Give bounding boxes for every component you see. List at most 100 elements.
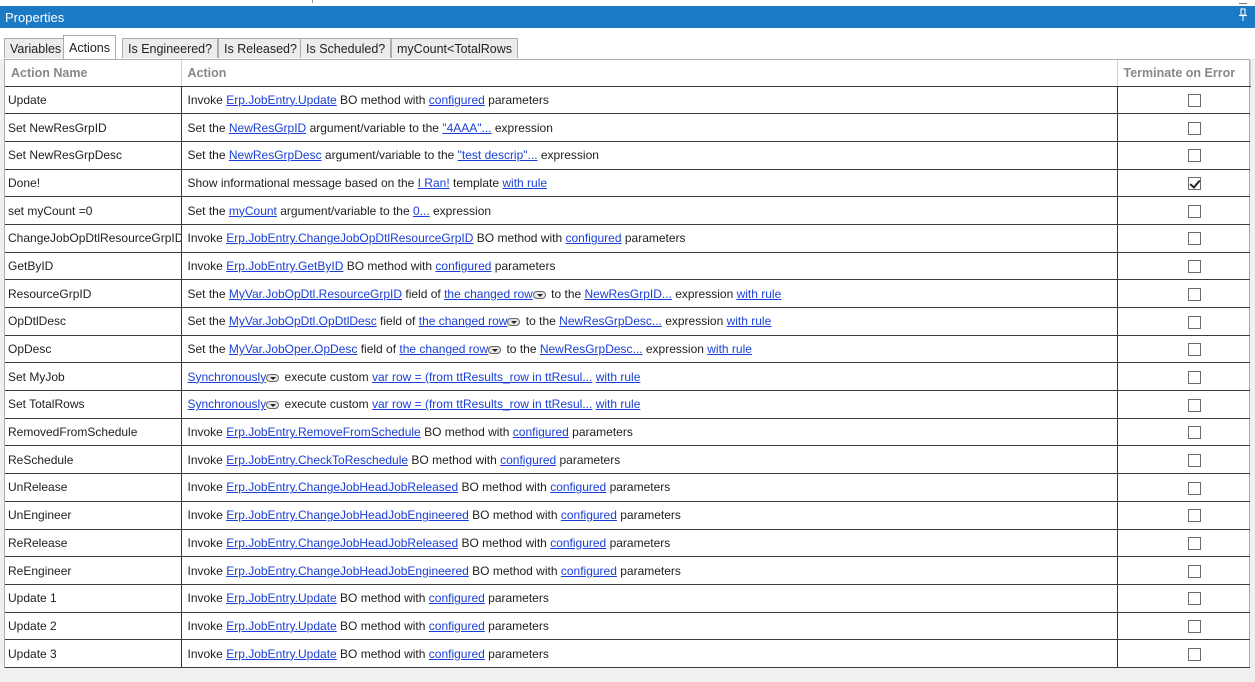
action-link[interactable]: "4AAA"... <box>442 121 491 135</box>
action-link[interactable]: Synchronously <box>188 370 267 384</box>
table-row[interactable]: Set MyJob Synchronously execute custom va… <box>5 362 1250 392</box>
chevron-down-icon[interactable] <box>266 373 280 382</box>
action-link[interactable]: Erp.JobEntry.CheckToReschedule <box>226 453 408 467</box>
table-row[interactable]: Update 1 Invoke Erp.JobEntry.Update BO me… <box>5 584 1250 613</box>
table-row[interactable]: OpDesc Set the MyVar.JobOper.OpDesc field… <box>5 335 1250 364</box>
action-link[interactable]: Synchronously <box>188 397 267 411</box>
terminate-on-error-checkbox[interactable] <box>1188 592 1202 606</box>
chevron-down-icon[interactable] <box>266 401 280 410</box>
action-link[interactable]: NewResGrpID <box>229 121 306 135</box>
action-link[interactable]: configured <box>429 619 485 633</box>
terminate-on-error-checkbox[interactable] <box>1188 204 1202 218</box>
table-row[interactable]: ReRelease Invoke Erp.JobEntry.ChangeJobHe… <box>5 529 1250 558</box>
action-link[interactable]: var row = (from ttResults_row in ttResul… <box>372 397 592 411</box>
action-name-cell[interactable]: ReRelease <box>5 529 182 558</box>
terminate-on-error-checkbox[interactable] <box>1188 149 1202 163</box>
action-link[interactable]: MyVar.JobOpDtl.ResourceGrpID <box>229 287 402 301</box>
chevron-down-icon[interactable] <box>507 318 521 327</box>
action-name-cell[interactable]: Done! <box>5 169 182 198</box>
terminate-on-error-checkbox[interactable] <box>1188 370 1202 384</box>
action-name-cell[interactable]: UnEngineer <box>5 501 182 530</box>
table-row[interactable]: ChangeJobOpDtlResourceGrpID Invoke Erp.Jo… <box>5 224 1250 253</box>
table-row[interactable]: OpDtlDesc Set the MyVar.JobOpDtl.OpDtlDes… <box>5 307 1250 336</box>
terminate-on-error-checkbox[interactable] <box>1188 647 1202 661</box>
action-link[interactable]: MyVar.JobOper.OpDesc <box>229 342 358 356</box>
tab-actions[interactable]: Actions <box>63 35 116 59</box>
chevron-down-icon[interactable] <box>532 290 546 299</box>
action-link[interactable]: MyVar.JobOpDtl.OpDtlDesc <box>229 314 377 328</box>
table-row[interactable]: ReEngineer Invoke Erp.JobEntry.ChangeJobH… <box>5 556 1250 585</box>
action-link[interactable]: Erp.JobEntry.ChangeJobHeadJobEngineered <box>226 564 469 578</box>
action-name-cell[interactable]: Update 2 <box>5 612 182 641</box>
action-link[interactable]: configured <box>513 425 569 439</box>
action-name-cell[interactable]: Set NewResGrpID <box>5 113 182 142</box>
action-link[interactable]: Erp.JobEntry.ChangeJobHeadJobReleased <box>226 536 458 550</box>
action-name-cell[interactable]: ReEngineer <box>5 556 182 585</box>
action-link[interactable]: with rule <box>707 342 752 356</box>
pin-icon[interactable] <box>1238 8 1248 22</box>
terminate-on-error-checkbox[interactable] <box>1188 121 1202 135</box>
action-link[interactable]: configured <box>565 231 621 245</box>
action-link[interactable]: with rule <box>596 397 641 411</box>
table-row[interactable]: ResourceGrpID Set the MyVar.JobOpDtl.Reso… <box>5 279 1250 308</box>
action-link[interactable]: var row = (from ttResults_row in ttResul… <box>372 370 592 384</box>
action-link[interactable]: Erp.JobEntry.ChangeJobOpDtlResourceGrpID <box>226 231 473 245</box>
terminate-on-error-checkbox[interactable] <box>1188 260 1202 274</box>
action-name-cell[interactable]: Update 1 <box>5 584 182 613</box>
action-link[interactable]: Erp.JobEntry.Update <box>226 647 337 661</box>
action-name-cell[interactable]: OpDtlDesc <box>5 307 182 336</box>
terminate-on-error-checkbox[interactable] <box>1188 287 1202 301</box>
action-name-cell[interactable]: Set MyJob <box>5 362 182 392</box>
action-link[interactable]: configured <box>500 453 556 467</box>
action-link[interactable]: configured <box>550 480 606 494</box>
tab-mycount-totalrows[interactable]: myCount<TotalRows <box>391 38 518 58</box>
action-link[interactable]: Erp.JobEntry.ChangeJobHeadJobEngineered <box>226 508 469 522</box>
action-name-cell[interactable]: ReSchedule <box>5 445 182 475</box>
terminate-on-error-checkbox[interactable] <box>1188 343 1202 357</box>
tab-variables[interactable]: Variables <box>4 38 68 58</box>
action-link[interactable]: myCount <box>229 204 277 218</box>
chevron-down-icon[interactable] <box>488 346 502 355</box>
action-link[interactable]: with rule <box>727 314 772 328</box>
action-link[interactable]: Erp.JobEntry.Update <box>226 591 337 605</box>
action-link[interactable]: with rule <box>737 287 782 301</box>
action-link[interactable]: the changed row <box>399 342 488 356</box>
tab-is-released[interactable]: Is Released? <box>218 38 303 58</box>
action-name-cell[interactable]: Set NewResGrpDesc <box>5 141 182 170</box>
table-row[interactable]: UnRelease Invoke Erp.JobEntry.ChangeJobHe… <box>5 473 1250 502</box>
column-header-terminate-on-error[interactable]: Terminate on Error <box>1117 60 1251 87</box>
terminate-on-error-checkbox[interactable] <box>1188 453 1202 467</box>
action-link[interactable]: configured <box>429 93 485 107</box>
action-name-cell[interactable]: ResourceGrpID <box>5 279 182 308</box>
terminate-on-error-checkbox[interactable] <box>1188 509 1202 523</box>
column-header-action-name[interactable]: Action Name <box>5 60 182 87</box>
action-link[interactable]: NewResGrpDesc <box>229 148 322 162</box>
action-link[interactable]: NewResGrpDesc... <box>559 314 662 328</box>
action-link[interactable]: the changed row <box>444 287 533 301</box>
table-row[interactable]: set myCount =0 Set the myCount argument/v… <box>5 196 1250 225</box>
table-row[interactable]: Update 3 Invoke Erp.JobEntry.Update BO me… <box>5 639 1250 668</box>
terminate-on-error-checkbox[interactable] <box>1188 315 1202 329</box>
tab-is-scheduled[interactable]: Is Scheduled? <box>300 38 392 58</box>
action-link[interactable]: configured <box>435 259 491 273</box>
action-link[interactable]: with rule <box>502 176 547 190</box>
terminate-on-error-checkbox[interactable] <box>1188 481 1202 495</box>
action-link[interactable]: Erp.JobEntry.GetByID <box>226 259 343 273</box>
table-row[interactable]: Set NewResGrpDesc Set the NewResGrpDesc a… <box>5 141 1250 170</box>
action-link[interactable]: 0... <box>413 204 430 218</box>
terminate-on-error-checkbox[interactable] <box>1188 564 1202 578</box>
table-row[interactable]: Update Invoke Erp.JobEntry.Update BO meth… <box>5 86 1250 115</box>
column-header-action[interactable]: Action <box>181 60 1118 87</box>
action-link[interactable]: configured <box>429 647 485 661</box>
terminate-on-error-checkbox[interactable] <box>1188 620 1202 634</box>
action-link[interactable]: Erp.JobEntry.ChangeJobHeadJobReleased <box>226 480 458 494</box>
action-name-cell[interactable]: UnRelease <box>5 473 182 502</box>
terminate-on-error-checkbox[interactable] <box>1188 232 1202 246</box>
terminate-on-error-checkbox[interactable] <box>1188 426 1202 440</box>
action-link[interactable]: Erp.JobEntry.Update <box>226 93 337 107</box>
table-row[interactable]: Set TotalRows Synchronously execute custo… <box>5 390 1250 419</box>
terminate-on-error-checkbox[interactable] <box>1188 537 1202 550</box>
action-name-cell[interactable]: GetByID <box>5 252 182 281</box>
action-link[interactable]: NewResGrpDesc... <box>540 342 643 356</box>
action-link[interactable]: I Ran! <box>418 176 450 190</box>
